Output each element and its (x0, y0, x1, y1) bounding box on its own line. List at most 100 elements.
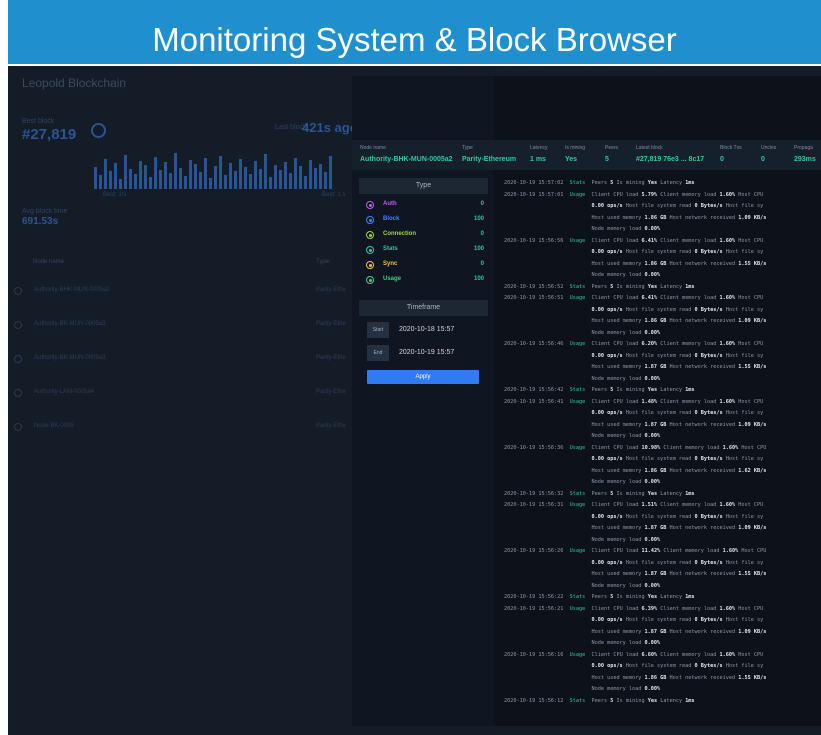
chart-bar (229, 163, 232, 189)
table-header-node-name[interactable]: Node name (33, 259, 64, 265)
radio-icon[interactable] (366, 201, 374, 209)
log-text: Latency (657, 594, 686, 600)
log-value: 1.09 KB/s (738, 525, 767, 531)
log-kind: Usage (569, 548, 592, 554)
filter-item-sync[interactable]: Sync 0 (366, 260, 484, 272)
row-node-name: Node-BK-0005 (34, 423, 74, 429)
log-text: Is mining (613, 594, 648, 600)
log-line: Node memory load 0.00% (504, 431, 821, 443)
log-text: Client CPU load (591, 191, 642, 198)
log-line: 2020-10-19 15:56:51 Usage Client CPU loa… (504, 293, 821, 305)
log-value: 0.00 ops/s (591, 663, 623, 669)
row-checkbox[interactable] (14, 423, 22, 431)
filter-item-block[interactable]: Block 100 (366, 215, 484, 227)
table-row[interactable]: Authority-BHK-MUN-0005a2 Parity-Ethe (14, 284, 354, 298)
log-value: 1.55 KB/s (738, 364, 767, 370)
log-text: Host used memory (591, 467, 645, 474)
filter-item-usage[interactable]: Usage 100 (366, 275, 484, 287)
log-text: Peers (591, 490, 611, 497)
chart-bar (269, 177, 272, 189)
filter-count: 100 (473, 276, 484, 282)
radio-icon[interactable] (366, 246, 374, 254)
chart-axis-left: Best: 1/s (103, 192, 127, 198)
avg-block-value: 691.53s (22, 216, 59, 227)
start-value[interactable]: 2020-10-18 15:57 (399, 326, 454, 333)
block-txs-value: 0 (720, 156, 724, 163)
log-text: Host network received (666, 525, 739, 531)
chart-bar (159, 170, 162, 189)
log-value: 0.00 ops/s (591, 306, 623, 313)
filter-label: Connection (383, 231, 416, 237)
filter-item-stats[interactable]: Stats 100 (366, 245, 484, 257)
radio-icon[interactable] (366, 276, 374, 284)
end-value[interactable]: 2020-10-19 15:57 (399, 349, 454, 356)
table-row[interactable]: Node-BK-0005 Parity-Ethe (14, 420, 354, 434)
log-timestamp: 2020-10-19 15:56:41 (504, 398, 570, 405)
chart-bar (204, 158, 207, 189)
chart-bar (109, 171, 112, 189)
table-row[interactable]: Authority-BK-MUN-0005a3 Parity-Ethe (14, 352, 354, 366)
chart-bar (119, 179, 122, 189)
table-row[interactable]: Authority-BK-MUN-0005a3 Parity-Ethe (14, 318, 354, 332)
chart-bar (174, 153, 177, 189)
radio-icon[interactable] (366, 216, 374, 224)
row-checkbox[interactable] (14, 355, 22, 363)
log-value: 1.60% (719, 398, 736, 405)
filter-item-connection[interactable]: Connection 0 (366, 230, 484, 242)
chart-bar (234, 171, 237, 189)
log-text: Host CPU (735, 605, 764, 612)
row-checkbox[interactable] (14, 321, 22, 329)
chart-bar (184, 176, 187, 189)
end-date-field[interactable]: End 2020-10-19 15:57 (367, 345, 487, 361)
log-text: Host network received (666, 260, 739, 267)
log-line: 2020-10-19 15:56:52 Stats Peers 5 Is min… (504, 282, 821, 294)
timeframe-section-title: Timeframe (359, 300, 488, 316)
log-text: Host file system read (622, 352, 695, 359)
row-checkbox[interactable] (14, 389, 22, 397)
log-line: 2020-10-19 15:56:26 Usage Client CPU loa… (504, 546, 821, 558)
log-line: Host used memory 1.86 GB Host network re… (504, 316, 821, 328)
radio-icon[interactable] (366, 231, 374, 239)
log-value: 1.55 KB/s (738, 571, 767, 577)
log-kind: Stats (569, 283, 592, 290)
log-text: Host used memory (591, 421, 645, 428)
chart-bar (224, 175, 227, 189)
apply-button[interactable]: Apply (367, 370, 479, 384)
log-text: Host CPU (735, 191, 764, 198)
best-block-label: Best block (22, 118, 55, 125)
log-value: 1.60% (719, 295, 736, 301)
log-value: 1.60% (722, 444, 739, 451)
row-checkbox[interactable] (14, 287, 22, 295)
log-text: Is mining (613, 180, 648, 186)
log-text: Host file system read (622, 203, 695, 209)
log-line: 2020-10-19 15:56:32 Stats Peers 5 Is min… (504, 489, 821, 501)
log-line: Host used memory 1.86 GB Host network re… (504, 213, 821, 225)
app-title: Leopold Blockchain (22, 76, 127, 90)
log-value: 1.86 GB (644, 214, 667, 221)
log-text: Node memory load (591, 433, 645, 439)
row-type: Parity-Ethe (316, 287, 346, 293)
filter-count: 0 (480, 261, 484, 267)
table-header-type[interactable]: Type (316, 259, 329, 265)
chart-bar (104, 159, 107, 189)
chart-bar (164, 162, 167, 189)
header-label-uncles: Uncles (761, 145, 777, 151)
start-date-field[interactable]: Start 2020-10-18 15:57 (367, 322, 487, 338)
chart-bar (284, 162, 287, 189)
log-text: Is mining (613, 387, 648, 393)
log-text: Latency (657, 180, 686, 186)
log-value: 0.00% (644, 226, 661, 232)
radio-icon[interactable] (366, 261, 374, 269)
log-value: 10.98% (641, 444, 661, 451)
log-value: 0 Bytes/s (694, 410, 723, 416)
chart-bar (149, 177, 152, 189)
log-timestamp: 2020-10-19 15:56:42 (504, 387, 570, 393)
log-line: Node memory load 0.00% (504, 477, 821, 489)
log-value: 1.51% (641, 502, 658, 508)
table-row[interactable]: Authority-LAM-0005a4 Parity-Ethe (14, 386, 354, 400)
log-text: Host network received (666, 571, 739, 577)
log-text: Host file sy (722, 410, 764, 416)
log-line: 2020-10-19 15:56:21 Usage Client CPU loa… (504, 604, 821, 616)
filter-item-auth[interactable]: Auth 0 (366, 200, 484, 212)
log-value: 1ms (685, 180, 695, 186)
